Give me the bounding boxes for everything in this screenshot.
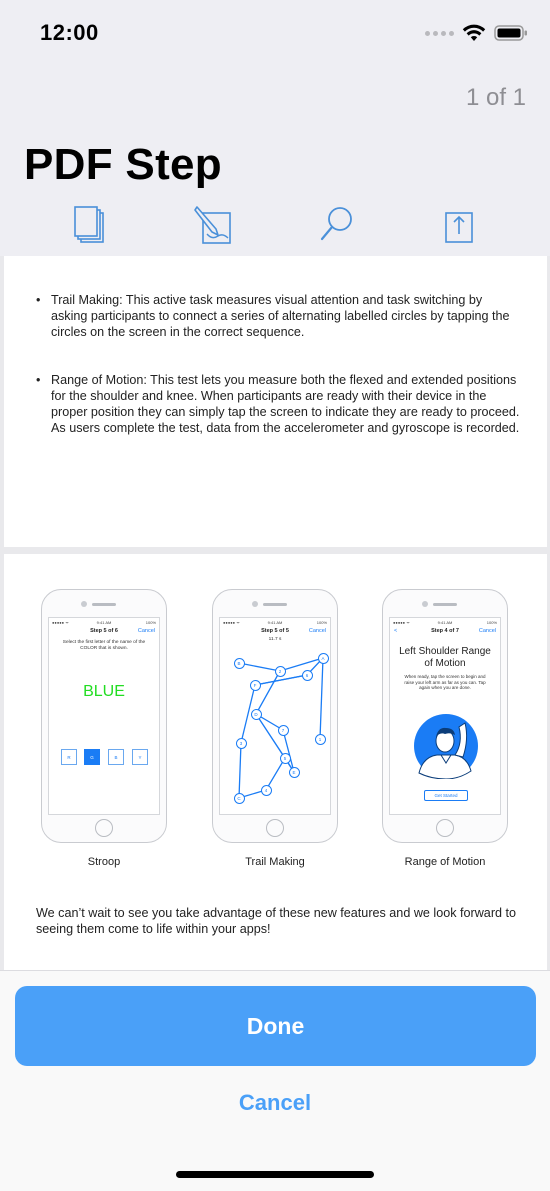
bullet-trail-making: • Trail Making: This active task measure… bbox=[36, 292, 522, 340]
mini-status-battery: 100% bbox=[145, 620, 156, 625]
stroop-option: Y bbox=[132, 749, 148, 765]
motion-instruction: When ready, tap the screen to begin and … bbox=[404, 674, 486, 690]
get-started-button: Get Started bbox=[424, 790, 468, 801]
trail-node: B bbox=[233, 657, 245, 669]
shoulder-illustration bbox=[414, 714, 478, 779]
trail-node: 7 bbox=[277, 724, 289, 736]
trail-node: F bbox=[249, 679, 261, 691]
trail-making-caption: Trail Making bbox=[245, 856, 305, 868]
cancel-button[interactable]: Cancel bbox=[175, 1083, 375, 1123]
trail-node: 1 bbox=[314, 733, 326, 745]
trail-node: 4 bbox=[260, 784, 272, 796]
trail-graph bbox=[238, 656, 326, 799]
stroop-option-selected: G bbox=[84, 749, 100, 765]
status-bar: 12:00 bbox=[0, 0, 550, 66]
status-time: 12:00 bbox=[40, 20, 99, 45]
range-of-motion-screen: ●●●●● ᯤ 9:41 AM 100% < Step 4 of 7 Cance… bbox=[389, 617, 501, 815]
bullet-marker: • bbox=[36, 373, 41, 387]
share-button[interactable] bbox=[437, 202, 481, 246]
trail-node: E bbox=[288, 766, 300, 778]
bullet-text: Range of Motion: This test lets you meas… bbox=[51, 373, 520, 435]
thumbnails-button[interactable] bbox=[68, 202, 112, 246]
trail-making-screen: ●●●●● ᯤ 9:41 AM 100% Step 5 of 5 Cancel … bbox=[219, 617, 331, 815]
share-icon bbox=[445, 212, 473, 243]
annotate-icon bbox=[194, 206, 231, 244]
search-button[interactable] bbox=[315, 202, 359, 246]
trail-node: 6 bbox=[301, 669, 313, 681]
closing-paragraph: We can’t wait to see you take advantage … bbox=[36, 906, 517, 936]
trail-node: D bbox=[250, 708, 262, 720]
search-icon bbox=[320, 207, 352, 241]
stroop-option: R bbox=[61, 749, 77, 765]
bullet-range-of-motion: • Range of Motion: This test lets you me… bbox=[36, 372, 522, 436]
stroop-phone-image: ●●●●● ᯤ 9:41 AM 100% Step 5 of 6 Cancel … bbox=[41, 589, 167, 843]
range-of-motion-caption: Range of Motion bbox=[404, 856, 486, 868]
mini-status-time: 9:41 AM bbox=[437, 620, 453, 625]
thumbnails-icon bbox=[74, 206, 104, 243]
stroop-caption: Stroop bbox=[87, 856, 121, 868]
pdf-toolbar bbox=[0, 200, 550, 252]
battery-icon bbox=[494, 25, 527, 41]
stroop-instruction: Select the first letter of the name of t… bbox=[62, 640, 146, 651]
bottom-action-panel: Done Cancel bbox=[0, 970, 550, 1191]
mini-status-battery: 100% bbox=[486, 620, 497, 625]
bullet-text: Trail Making: This active task measures … bbox=[51, 293, 510, 339]
home-indicator[interactable] bbox=[176, 1171, 374, 1178]
annotate-button[interactable] bbox=[192, 202, 236, 246]
mini-nav-cancel: Cancel bbox=[478, 628, 496, 634]
trail-node: 2 bbox=[274, 665, 286, 677]
trail-node: C bbox=[233, 792, 245, 804]
motion-heading: Left Shoulder Range of Motion bbox=[399, 646, 491, 669]
pdf-viewer[interactable]: • Trail Making: This active task measure… bbox=[0, 256, 550, 970]
pdf-page: • Trail Making: This active task measure… bbox=[4, 256, 547, 547]
cellular-signal-icon bbox=[425, 30, 454, 36]
trail-making-phone-image: ●●●●● ᯤ 9:41 AM 100% Step 5 of 5 Cancel … bbox=[212, 589, 338, 843]
trail-node: A bbox=[317, 652, 329, 664]
stroop-word: BLUE bbox=[83, 683, 125, 700]
done-button[interactable]: Done bbox=[15, 986, 536, 1066]
mini-status-time: 9:41 AM bbox=[96, 620, 112, 625]
mini-nav-cancel: Cancel bbox=[137, 628, 155, 634]
page-counter: 1 of 1 bbox=[465, 84, 526, 111]
status-indicators bbox=[425, 24, 528, 42]
wifi-icon bbox=[462, 24, 486, 41]
pdf-page: ●●●●● ᯤ 9:41 AM 100% Step 5 of 6 Cancel … bbox=[4, 554, 547, 970]
trail-node: 3 bbox=[235, 737, 247, 749]
trail-node: 5 bbox=[279, 752, 291, 764]
stroop-option: B bbox=[108, 749, 124, 765]
stroop-screen: ●●●●● ᯤ 9:41 AM 100% Step 5 of 6 Cancel … bbox=[48, 617, 160, 815]
page-title: PDF Step bbox=[24, 140, 222, 189]
bullet-marker: • bbox=[36, 293, 41, 307]
range-of-motion-phone-image: ●●●●● ᯤ 9:41 AM 100% < Step 4 of 7 Cance… bbox=[382, 589, 508, 843]
